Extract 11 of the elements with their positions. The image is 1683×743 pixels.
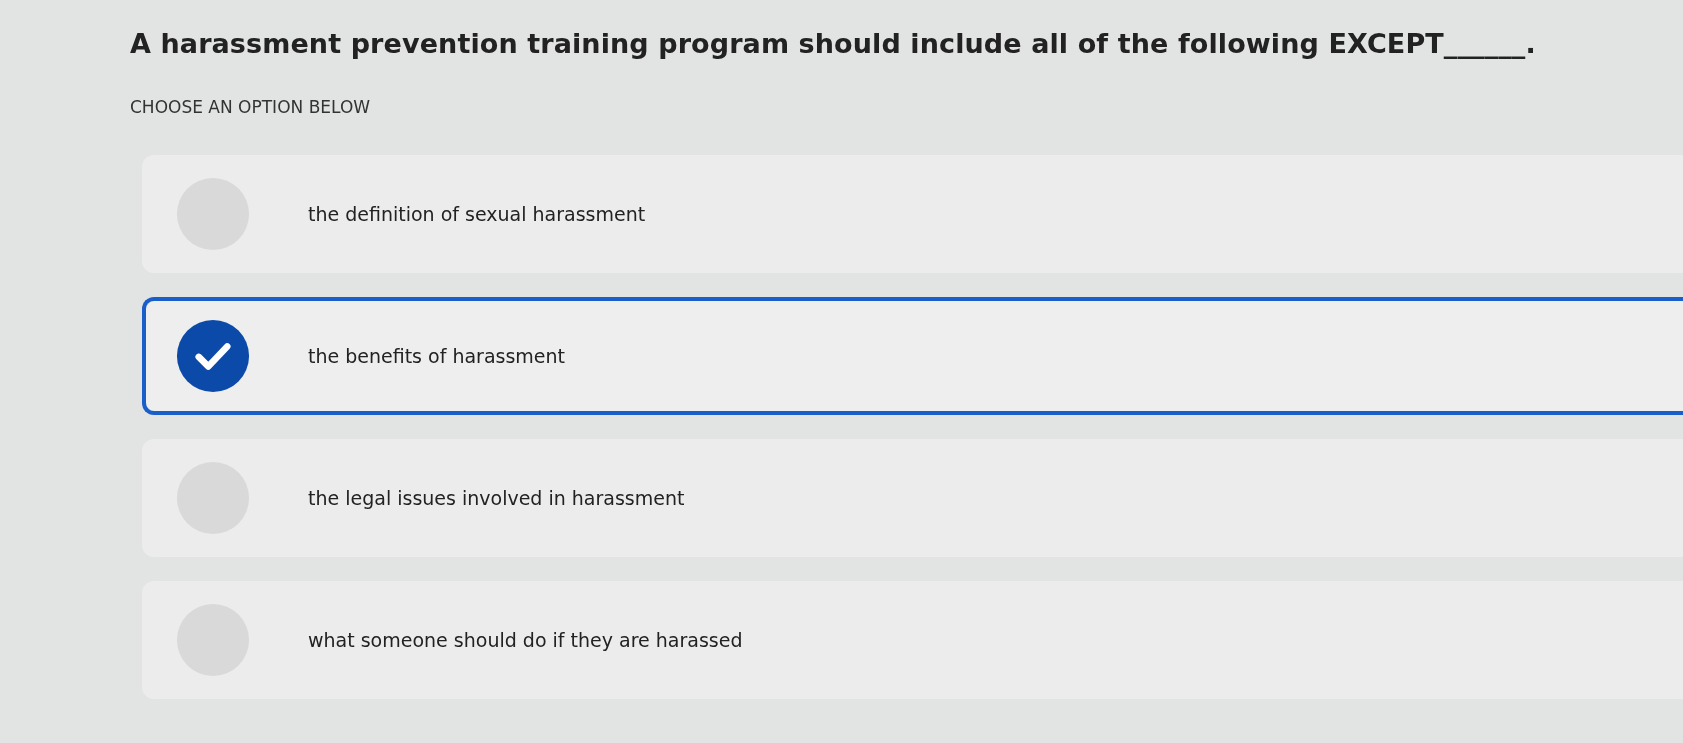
option-label: the definition of sexual harassment bbox=[308, 203, 646, 225]
instruction-text: CHOOSE AN OPTION BELOW bbox=[130, 97, 372, 117]
radio-button[interactable] bbox=[176, 319, 250, 393]
option-label: what someone should do if they are harassed bbox=[308, 629, 743, 651]
question-text: A harassment prevention training program should include all of the following EXCEPT______. bbox=[130, 28, 1537, 59]
option-label: the legal issues involved in harassment bbox=[308, 487, 685, 509]
option-card[interactable]: the legal issues involved in harassment bbox=[142, 439, 1683, 557]
option-card[interactable]: the benefits of harassment bbox=[142, 297, 1683, 415]
option-label: the benefits of harassment bbox=[308, 345, 566, 367]
option-card[interactable]: what someone should do if they are harassed bbox=[142, 581, 1683, 699]
option-card[interactable]: the definition of sexual harassment bbox=[142, 155, 1683, 273]
